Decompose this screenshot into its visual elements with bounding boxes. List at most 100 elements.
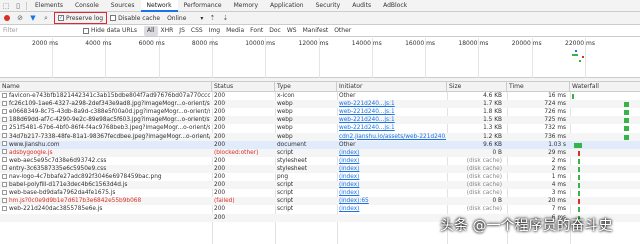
cell-initiator-text[interactable]: (index) <box>339 182 359 188</box>
filter-bar: Filter Hide data URLs All XHR JS CSS Img Medi… <box>0 25 640 37</box>
cell-initiator-text[interactable]: Other <box>339 142 355 148</box>
import-icon[interactable]: ⇡ <box>207 13 217 23</box>
table-row[interactable]: fc26c109-1ae6-4327-a298-2def343e9ad8.jpg… <box>0 100 640 109</box>
record-icon[interactable] <box>2 13 12 23</box>
filter-type-css[interactable]: CSS <box>188 26 206 36</box>
cell-initiator-text[interactable]: web-221d240...js:1 <box>339 117 395 123</box>
column-type[interactable]: Type <box>275 82 337 92</box>
cell-initiator <box>337 214 446 222</box>
device-toolbar-icon[interactable]: ▯ <box>12 0 24 12</box>
tab-memory[interactable]: Memory <box>228 0 264 12</box>
cell-type-text: x-icon <box>277 93 295 99</box>
table-row[interactable]: entry-3c63587335e6c5950e9.css 200 styleshe… <box>0 164 640 173</box>
filter-type-doc[interactable]: Doc <box>266 26 284 36</box>
request-table-header: Name Status Type Initiator Size Time Wat… <box>0 82 640 92</box>
tab-audits[interactable]: Audits <box>346 0 377 12</box>
cell-time-text: 726 ms <box>544 109 566 116</box>
cell-initiator: (index) <box>337 189 446 197</box>
overview-activity-mark <box>579 60 581 62</box>
cell-size: (disk cache) <box>447 181 505 189</box>
search-icon[interactable]: ⌕ <box>41 13 51 23</box>
cell-size-text: 1.2 KB <box>483 133 502 140</box>
table-row[interactable]: 251f5481-67b6-4bf0-86f4-f4ac9768beb3.jpe… <box>0 124 640 132</box>
tab-network[interactable]: Network <box>140 0 178 12</box>
column-initiator[interactable]: Initiator <box>337 82 447 92</box>
filter-type-js[interactable]: JS <box>176 26 188 36</box>
cell-name: nav-logo-4c7bbafe27adc892f3046e6978459ba… <box>0 173 210 181</box>
tab-security[interactable]: Security <box>310 0 347 12</box>
cell-initiator-text[interactable]: (index) <box>339 150 359 156</box>
cell-initiator-text[interactable]: web-221d240...js:1 <box>339 101 395 107</box>
preserve-log-checkbox[interactable]: ✓ Preserve log <box>54 12 108 24</box>
table-row[interactable]: nav-logo-4c7bbafe27adc892f3046e6978459ba… <box>0 173 640 181</box>
clear-icon[interactable]: ⊘ <box>15 13 25 23</box>
cell-initiator-text[interactable]: web-221d240...js:1 <box>339 125 395 131</box>
cell-initiator-text[interactable]: (index) <box>339 174 359 180</box>
disable-cache-checkbox[interactable]: Disable cache <box>107 12 163 25</box>
cell-initiator-text[interactable]: web-221d240...js:1 <box>339 109 395 115</box>
cell-size-text: (disk cache) <box>466 157 502 164</box>
tab-adblock[interactable]: AdBlock <box>377 0 413 12</box>
tab-console[interactable]: Console <box>69 0 105 12</box>
filter-input[interactable]: Filter <box>3 26 77 36</box>
cell-size: 1.8 KB <box>447 108 505 116</box>
inspect-element-icon[interactable]: ⬚ <box>0 0 12 12</box>
table-row[interactable]: web-aec5e95c7d38e6d93742.css 200 styleshee… <box>0 157 640 165</box>
cell-initiator-text[interactable]: Other <box>339 93 355 99</box>
export-icon[interactable]: ⇣ <box>220 13 230 23</box>
filter-type-other[interactable]: Other <box>331 26 354 36</box>
cell-initiator-text[interactable]: (index) <box>339 190 359 196</box>
table-row[interactable]: www.jianshu.com 200 document Other 9.6 KB 1.0… <box>0 140 640 149</box>
filter-icon[interactable]: ▼ <box>28 13 38 23</box>
table-row[interactable]: babel-polyfill-d171e3dec4b6c1563d4d.js 20… <box>0 181 640 190</box>
filter-type-img[interactable]: Img <box>206 26 223 36</box>
filter-type-ws[interactable]: WS <box>284 26 300 36</box>
cell-size-text: (disk cache) <box>466 206 502 213</box>
timeline-overview[interactable]: 2000 ms 4000 ms 6000 ms 8000 ms 10000 ms 1200… <box>0 38 640 78</box>
waterfall-bar <box>578 199 580 205</box>
resource-type-icon <box>2 133 7 138</box>
tab-elements[interactable]: Elements <box>29 0 69 12</box>
table-row[interactable]: favicon-e743bfb1821442341c3ab15bdbe804f7… <box>0 92 640 100</box>
cell-name <box>0 214 210 222</box>
cell-name: 188d69dd-af7c-4290-9e2c-89e98ac5f603.jpg… <box>0 116 210 124</box>
cell-status-text: 200 <box>214 206 226 213</box>
table-row[interactable]: adsbygoogle.js (blocked:other) script (inde… <box>0 148 640 157</box>
table-row[interactable]: hm.js?0c0e9d9b1e7d617b3e6842e55b9b068 (fa… <box>0 197 640 206</box>
cell-time-text: 2 ms <box>551 157 566 164</box>
cell-initiator: Other <box>337 92 446 100</box>
resource-type-icon <box>2 189 7 195</box>
table-row[interactable]: e0668349-8c75-43db-8a9d-c388e5f00a0d.jpg… <box>0 108 640 116</box>
table-row[interactable]: web-221d240dac3855785e6e.js 200 script (ind… <box>0 205 640 213</box>
filter-type-all[interactable]: All <box>144 25 158 36</box>
tab-sources[interactable]: Sources <box>105 0 141 12</box>
hide-data-urls-checkbox[interactable]: Hide data URLs <box>77 24 140 37</box>
cell-size: 4.6 KB <box>447 92 505 100</box>
cell-initiator-text[interactable]: (index) <box>339 166 359 172</box>
cell-status: 200 <box>212 181 274 189</box>
cell-type: document <box>275 141 336 149</box>
table-row[interactable]: web-base-bd9dafa7962da4fe1675.js 200 scrip… <box>0 189 640 197</box>
filter-type-manifest[interactable]: Manifest <box>300 26 332 36</box>
cell-initiator-text[interactable]: (index) <box>339 158 359 164</box>
column-size[interactable]: Size <box>447 82 507 92</box>
cell-initiator: cdn2.jianshu.io/assets/web-221d240...js:… <box>337 133 446 141</box>
cell-name: 34d7b217-7338-48fe-81a1-98367fecdbee.jpe… <box>0 133 210 141</box>
column-waterfall[interactable]: Waterfall <box>570 82 640 92</box>
table-row[interactable]: 34d7b217-7338-48fe-81a1-98367fecdbee.jpe… <box>0 132 640 141</box>
tab-performance[interactable]: Performance <box>178 0 228 12</box>
cell-initiator-text[interactable]: (index):65 <box>339 198 369 204</box>
throttling-select[interactable]: Online ▾ <box>163 12 207 25</box>
table-row[interactable]: 188d69dd-af7c-4290-9e2c-89e98ac5f603.jpg… <box>0 116 640 125</box>
filter-type-media[interactable]: Media <box>223 26 247 36</box>
filter-type-font[interactable]: Font <box>247 26 266 36</box>
filter-type-xhr[interactable]: XHR <box>158 26 177 36</box>
cell-type: webp <box>275 108 336 116</box>
column-name[interactable]: Name <box>0 82 212 92</box>
cell-initiator-text[interactable]: cdn2.jianshu.io/assets/web-221d240...js:… <box>339 134 446 140</box>
column-time[interactable]: Time <box>507 82 570 92</box>
tab-application[interactable]: Application <box>264 0 310 12</box>
cell-status-text: 200 <box>214 133 226 140</box>
column-status[interactable]: Status <box>212 82 275 92</box>
cell-initiator-text[interactable]: (index) <box>339 206 359 212</box>
